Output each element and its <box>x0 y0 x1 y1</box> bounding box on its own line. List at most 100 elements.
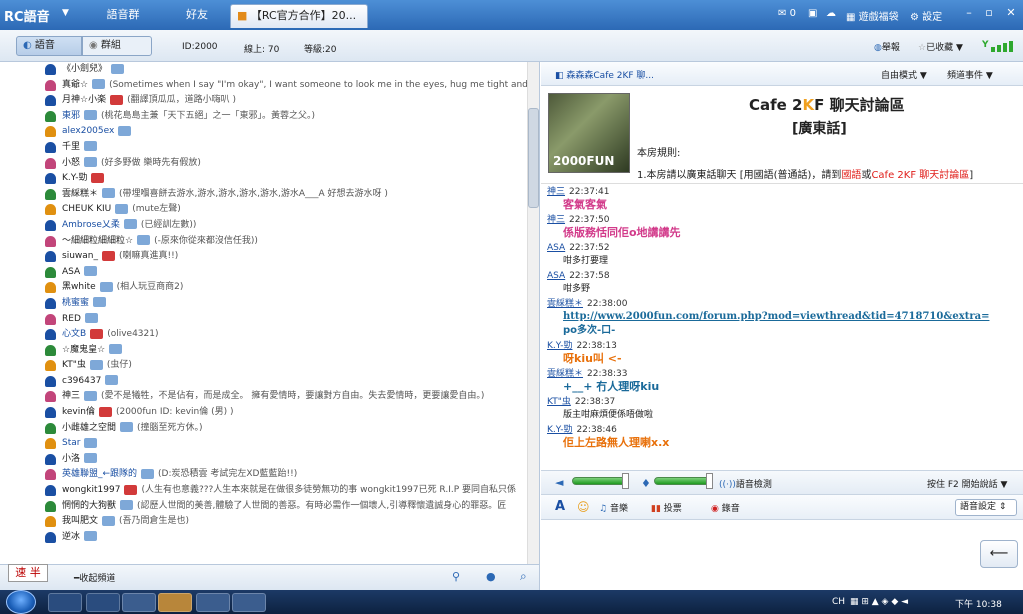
channel-path[interactable]: ◧ 森森森Cafe 2KF 聊... <box>555 68 654 81</box>
chat-username[interactable]: ASA <box>547 243 565 253</box>
mode-dropdown[interactable]: 自由模式 ▼ <box>881 68 927 81</box>
user-icon[interactable]: ● <box>486 570 496 583</box>
user-row[interactable]: 真爺☆ (Sometimes when I say "I'm okay", I w… <box>0 78 527 94</box>
user-avatar-icon <box>45 251 56 263</box>
user-row[interactable]: 英雄聯盟_←跟隊的 (D:炭恐積雲 考試完左XD藍藍跆!!) <box>0 467 527 483</box>
client-icon <box>123 219 137 230</box>
language-indicator[interactable]: CH <box>832 597 845 607</box>
user-row[interactable]: wongkit1997 (人生有也意義???人生本來就是在做很多徒勞無功的事 wo… <box>0 483 527 499</box>
user-row[interactable]: kevin倫 (2000fun ID: kevin倫 (男) ) <box>0 405 527 421</box>
tray-icons[interactable]: ▦ ⊞ ▲ ◈ ◆ ◄ <box>850 597 908 607</box>
vote-button[interactable]: ▮▮ 投票 <box>651 501 682 514</box>
send-button[interactable]: ⟵ <box>980 540 1018 568</box>
tab-friends[interactable]: 好友 <box>166 4 228 28</box>
emoji-icon[interactable]: ☺ <box>577 500 590 514</box>
group-mode-button[interactable]: ◉ 群組 <box>82 36 152 56</box>
speaker-icon[interactable]: ◄ <box>555 476 563 489</box>
user-row[interactable]: KT"虫 (虫仔) <box>0 358 527 374</box>
music-button[interactable]: ♫ 音樂 <box>599 501 628 514</box>
chat-username[interactable]: K.Y-勁 <box>547 425 572 435</box>
user-row[interactable]: 月神☆小楽 (翻譯頂瓜瓜，道路小嗨叭 ) <box>0 93 527 109</box>
start-button[interactable] <box>6 590 36 614</box>
user-row[interactable]: 《小劍兒》 <box>0 62 527 78</box>
push-to-talk-dropdown[interactable]: 按住 F2 開始說話 ▼ <box>927 477 1007 490</box>
voice-settings-dropdown[interactable]: 語音設定 ⇕ <box>955 499 1017 516</box>
user-row[interactable]: 小雌雄之空間 (撞腦至死方休。) <box>0 421 527 437</box>
user-row[interactable]: alex2005ex <box>0 124 527 140</box>
user-row[interactable]: CHEUK KIU (mute左聲) <box>0 202 527 218</box>
tab-channel[interactable]: ■ 【RC官方合作】20... ✕ <box>230 4 368 44</box>
chat-username[interactable]: 神三 <box>547 187 565 197</box>
record-button[interactable]: ◉ 錄音 <box>711 501 740 514</box>
user-row[interactable]: ～細細粒細細粒☆ (-原來你從來都沒信任我)) <box>0 234 527 250</box>
star-icon: ☆ <box>918 43 927 53</box>
rule-1-link-b[interactable]: Cafe 2KF 聊天討論區 <box>871 170 969 181</box>
report-button[interactable]: ◍舉報 <box>874 40 900 53</box>
user-row[interactable]: 心文B (olive4321) <box>0 327 527 343</box>
user-row[interactable]: ASA <box>0 265 527 281</box>
user-row[interactable]: ☆魔鬼皇☆ <box>0 343 527 359</box>
voice-detect-button[interactable]: ((·))語音檢測 <box>719 477 772 490</box>
taskbar-game-icon[interactable] <box>196 593 230 612</box>
chat-username[interactable]: KT"虫 <box>547 397 571 407</box>
location-icon[interactable]: ⚲ <box>452 570 460 583</box>
user-row[interactable]: K.Y-勁 <box>0 171 527 187</box>
chat-username[interactable]: 雲綵糕＊ <box>547 299 583 309</box>
taskbar-firefox-icon[interactable] <box>122 593 156 612</box>
message-input[interactable] <box>541 520 1023 590</box>
user-row[interactable]: 小怒 (好多野做 樂時先有假放) <box>0 156 527 172</box>
tab-voice-group[interactable]: 語音群 <box>82 4 164 28</box>
user-row[interactable]: 雲綵糕＊ (帶埋嗰喜餅去游水,游水,游水,游水,游水,游水A___A 好想去游水呀… <box>0 187 527 203</box>
game-gift-button[interactable]: ▦ 遊戲福袋 <box>846 8 899 23</box>
mail-icon[interactable]: ✉ 0 <box>778 8 796 19</box>
chat-timestamp: 22:38:37 <box>574 397 616 407</box>
rule-1-link-a[interactable]: 國語 <box>841 170 861 181</box>
mic-volume-slider[interactable] <box>654 477 710 485</box>
user-row[interactable]: 千里 <box>0 140 527 156</box>
user-row[interactable]: Star <box>0 436 527 452</box>
speaker-volume-handle[interactable] <box>622 473 629 489</box>
channel-events-dropdown[interactable]: 頻道事件 ▼ <box>947 68 993 81</box>
user-row[interactable]: 逆冰 <box>0 530 527 546</box>
search-icon[interactable]: ⌕ <box>520 569 527 584</box>
user-row[interactable]: 黑white (相人玩豆商商2) <box>0 280 527 296</box>
chat-text[interactable]: http://www.2000fun.com/forum.php?mod=vie… <box>547 310 1023 324</box>
user-row[interactable]: Ambrose乂柔 (已經訓左數)) <box>0 218 527 234</box>
user-row[interactable]: 惘惘的大狗獸 (認歷人世間的美善,體驗了人世間的善惡。有時必需作一個壞人,引導釋懷… <box>0 499 527 515</box>
dropdown-arrow-icon[interactable]: ▼ <box>62 8 69 18</box>
chat-username[interactable]: 神三 <box>547 215 565 225</box>
user-list-scroll-thumb[interactable] <box>528 108 539 208</box>
chat-username[interactable]: ASA <box>547 271 565 281</box>
window-close-button[interactable]: ✕ <box>1002 6 1020 22</box>
favorites-button[interactable]: ☆已收藏 ▼ <box>918 40 963 53</box>
chat-username[interactable]: 雲綵糕＊ <box>547 369 583 379</box>
font-icon[interactable]: A <box>555 499 565 514</box>
user-row[interactable]: RED <box>0 312 527 328</box>
taskbar-ie-icon[interactable] <box>48 593 82 612</box>
user-row[interactable]: 桃蜜蜜 <box>0 296 527 312</box>
user-avatar-icon <box>45 391 56 403</box>
chat-bubble-icon[interactable]: ☁ <box>826 8 836 19</box>
pictures-icon[interactable]: ▣ <box>808 8 817 19</box>
restore-button[interactable]: ▫ <box>980 6 998 22</box>
user-row[interactable]: 小洛 <box>0 452 527 468</box>
user-row[interactable]: c396437 <box>0 374 527 390</box>
settings-button[interactable]: ⚙ 設定 <box>910 8 942 23</box>
minimize-button[interactable]: – <box>960 6 978 22</box>
chat-username[interactable]: K.Y-勁 <box>547 341 572 351</box>
user-row[interactable]: 東邪 (桃花島島主兼「天下五絕」之一「東邪」。黃蓉之父。) <box>0 109 527 125</box>
taskbar-app-icon[interactable] <box>158 593 192 612</box>
taskbar-folder-icon[interactable] <box>86 593 120 612</box>
voice-mode-button[interactable]: ◐ 語音 <box>16 36 82 56</box>
speaker-volume-slider[interactable] <box>572 477 628 485</box>
collapse-channel-button[interactable]: ━收起頻道 <box>74 571 115 584</box>
rule-1-or: 或 <box>861 170 872 181</box>
mic-volume-handle[interactable] <box>706 473 713 489</box>
taskbar-rc-icon[interactable] <box>232 593 266 612</box>
user-row[interactable]: 我叫肥文 (吾乃問倉生是也) <box>0 514 527 530</box>
ime-indicator[interactable]: 速 半 <box>8 564 48 582</box>
user-status: (認歷人世間的美善,體驗了人世間的善惡。有時必需作一個壞人,引導釋懷遺誠身心的罪… <box>137 500 507 511</box>
user-row[interactable]: siuwan_ (喇嘛真進真!!) <box>0 249 527 265</box>
microphone-icon[interactable]: ♦ <box>641 477 651 490</box>
user-row[interactable]: 神三 (愛不是犧牲，不是佔有，而是成全。 擁有愛情時，要讓對方自由。失去愛情時，更… <box>0 389 527 405</box>
